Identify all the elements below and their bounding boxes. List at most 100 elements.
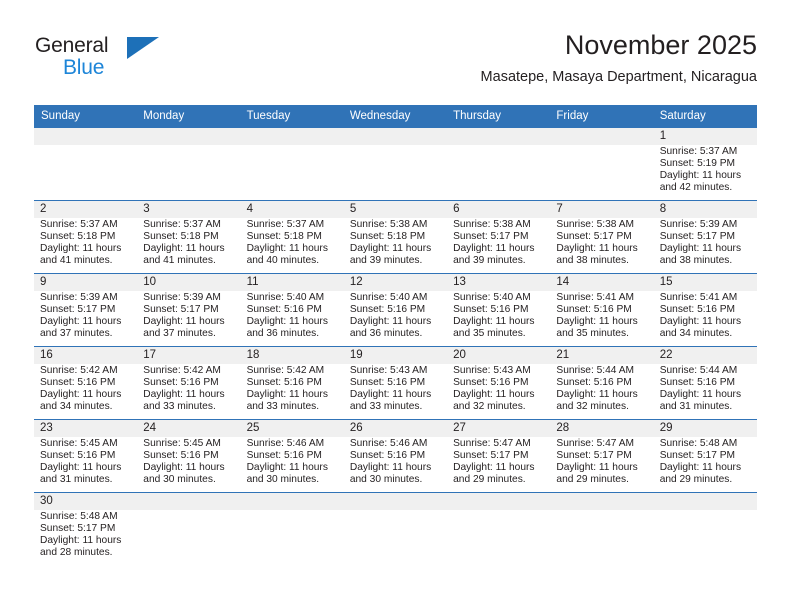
daylight-text-line2: and 42 minutes. (659, 182, 733, 194)
calendar-day-cell[interactable]: 27 Sunrise: 5:47 AM Sunset: 5:17 PM Dayligh… (447, 419, 551, 493)
calendar-day-cell[interactable]: 9 Sunrise: 5:39 AM Sunset: 5:17 PM Daylight… (34, 273, 138, 347)
sunrise-text: Sunrise: 5:38 AM (349, 219, 428, 230)
calendar-day-cell[interactable]: 12 Sunrise: 5:40 AM Sunset: 5:16 PM Dayligh… (343, 273, 448, 347)
daylight-text-line1: Daylight: 11 hours (143, 316, 225, 328)
brand-triangle-icon (127, 37, 159, 59)
page-title: November 2025 (564, 30, 757, 60)
calendar-day-cell[interactable]: 21 Sunrise: 5:44 AM Sunset: 5:16 PM Dayligh… (550, 346, 654, 420)
calendar-day-cell[interactable]: 2 Sunrise: 5:37 AM Sunset: 5:18 PM Daylight… (34, 200, 138, 274)
daycell (550, 493, 654, 565)
calendar-day-cell[interactable]: 10 Sunrise: 5:39 AM Sunset: 5:17 PM Dayligh… (137, 273, 241, 347)
daycell: 1 Sunrise: 5:37 AM Sunset: 5:19 PM Daylight… (653, 128, 757, 200)
daylight-text-line1: Daylight: 11 hours (143, 389, 225, 401)
page-subtitle: Masatepe, Masaya Department, Nicaragua (480, 69, 757, 85)
day-number: 23 (34, 420, 138, 437)
day-number: 3 (137, 201, 241, 218)
daylight-text-line2: and 38 minutes. (556, 255, 629, 267)
day-number: 19 (343, 347, 448, 364)
day-details: Sunrise: 5:48 AM Sunset: 5:17 PM Daylight:… (654, 437, 757, 486)
calendar-day-cell[interactable]: 3 Sunrise: 5:37 AM Sunset: 5:18 PM Daylight… (137, 200, 241, 274)
calendar-day-cell (34, 127, 138, 201)
calendar-day-cell[interactable]: 18 Sunrise: 5:42 AM Sunset: 5:16 PM Dayligh… (240, 346, 344, 420)
daylight-text-line1: Daylight: 11 hours (659, 316, 742, 328)
calendar-day-cell[interactable]: 7 Sunrise: 5:38 AM Sunset: 5:17 PM Daylight… (550, 200, 654, 274)
sunrise-text: Sunrise: 5:40 AM (453, 292, 531, 303)
day-number (240, 128, 344, 145)
calendar-day-cell[interactable]: 26 Sunrise: 5:46 AM Sunset: 5:16 PM Dayligh… (343, 419, 448, 493)
calendar-day-cell[interactable]: 23 Sunrise: 5:45 AM Sunset: 5:16 PM Dayligh… (34, 419, 138, 493)
sunrise-text: Sunrise: 5:41 AM (556, 292, 634, 303)
daylight-text-line1: Daylight: 11 hours (246, 316, 328, 328)
calendar-day-cell[interactable]: 29 Sunrise: 5:48 AM Sunset: 5:17 PM Dayligh… (653, 419, 757, 493)
calendar-day-cell[interactable]: 19 Sunrise: 5:43 AM Sunset: 5:16 PM Dayligh… (343, 346, 448, 420)
daylight-text-line2: and 33 minutes. (349, 401, 423, 413)
daycell: 8 Sunrise: 5:39 AM Sunset: 5:17 PM Daylight… (653, 201, 757, 273)
calendar-day-cell[interactable]: 22 Sunrise: 5:44 AM Sunset: 5:16 PM Dayligh… (653, 346, 757, 420)
calendar-day-cell[interactable]: 15 Sunrise: 5:41 AM Sunset: 5:16 PM Dayligh… (653, 273, 757, 347)
daylight-text-line1: Daylight: 11 hours (143, 462, 225, 474)
calendar-day-cell (137, 492, 241, 565)
daylight-text-line1: Daylight: 11 hours (143, 243, 225, 255)
calendar-day-cell[interactable]: 1 Sunrise: 5:37 AM Sunset: 5:19 PM Daylight… (653, 127, 757, 201)
weekday-header-tuesday: Tuesday (240, 105, 344, 128)
day-details: Sunrise: 5:42 AM Sunset: 5:16 PM Daylight:… (137, 364, 240, 413)
calendar-day-cell[interactable]: 6 Sunrise: 5:38 AM Sunset: 5:17 PM Daylight… (447, 200, 551, 274)
sunset-text: Sunset: 5:16 PM (143, 377, 219, 389)
day-number: 2 (34, 201, 138, 218)
calendar-day-cell[interactable]: 5 Sunrise: 5:38 AM Sunset: 5:18 PM Daylight… (343, 200, 448, 274)
daylight-text-line2: and 41 minutes. (143, 255, 216, 267)
day-number: 9 (34, 274, 138, 291)
day-details: Sunrise: 5:46 AM Sunset: 5:16 PM Daylight:… (241, 437, 344, 486)
calendar-day-cell[interactable]: 30 Sunrise: 5:48 AM Sunset: 5:17 PM Dayligh… (34, 492, 138, 565)
daylight-text-line2: and 29 minutes. (453, 474, 526, 486)
daylight-text-line2: and 39 minutes. (349, 255, 423, 267)
weekday-header-wednesday: Wednesday (343, 105, 448, 128)
calendar-day-cell[interactable]: 24 Sunrise: 5:45 AM Sunset: 5:16 PM Dayligh… (137, 419, 241, 493)
daycell: 13 Sunrise: 5:40 AM Sunset: 5:16 PM Dayligh… (447, 274, 551, 346)
day-number: 10 (137, 274, 241, 291)
daylight-text-line2: and 38 minutes. (659, 255, 733, 267)
calendar-day-cell[interactable]: 11 Sunrise: 5:40 AM Sunset: 5:16 PM Dayligh… (240, 273, 344, 347)
calendar-day-cell (447, 492, 551, 565)
day-details: Sunrise: 5:38 AM Sunset: 5:18 PM Daylight:… (344, 218, 447, 267)
daylight-text-line2: and 30 minutes. (349, 474, 423, 486)
general-blue-logo-icon[interactable]: General Blue (35, 34, 185, 86)
day-number (550, 493, 654, 510)
daycell: 30 Sunrise: 5:48 AM Sunset: 5:17 PM Dayligh… (34, 493, 138, 565)
calendar-day-cell (653, 492, 757, 565)
calendar-day-cell[interactable]: 16 Sunrise: 5:42 AM Sunset: 5:16 PM Dayligh… (34, 346, 138, 420)
sunset-text: Sunset: 5:18 PM (143, 231, 219, 243)
calendar-day-cell[interactable]: 8 Sunrise: 5:39 AM Sunset: 5:17 PM Daylight… (653, 200, 757, 274)
title-block: November 2025 Masatepe, Masaya Departmen… (481, 28, 757, 88)
calendar-day-cell[interactable]: 14 Sunrise: 5:41 AM Sunset: 5:16 PM Dayligh… (550, 273, 654, 347)
daycell: 18 Sunrise: 5:42 AM Sunset: 5:16 PM Dayligh… (240, 347, 344, 419)
calendar-day-cell[interactable]: 20 Sunrise: 5:43 AM Sunset: 5:16 PM Dayligh… (447, 346, 551, 420)
day-number: 5 (343, 201, 448, 218)
daycell: 17 Sunrise: 5:42 AM Sunset: 5:16 PM Dayligh… (137, 347, 241, 419)
weekday-header-friday: Friday (550, 105, 654, 128)
day-details: Sunrise: 5:43 AM Sunset: 5:16 PM Daylight:… (447, 364, 550, 413)
sunrise-text: Sunrise: 5:42 AM (143, 365, 221, 376)
day-details: Sunrise: 5:46 AM Sunset: 5:16 PM Daylight:… (344, 437, 447, 486)
daycell: 10 Sunrise: 5:39 AM Sunset: 5:17 PM Dayligh… (137, 274, 241, 346)
daylight-text-line2: and 34 minutes. (659, 328, 733, 340)
day-number (653, 493, 757, 510)
day-number: 26 (343, 420, 448, 437)
daycell: 28 Sunrise: 5:47 AM Sunset: 5:17 PM Dayligh… (550, 420, 654, 492)
day-number: 8 (653, 201, 757, 218)
day-details: Sunrise: 5:42 AM Sunset: 5:16 PM Daylight:… (241, 364, 344, 413)
daycell: 19 Sunrise: 5:43 AM Sunset: 5:16 PM Dayligh… (343, 347, 448, 419)
calendar-day-cell[interactable]: 28 Sunrise: 5:47 AM Sunset: 5:17 PM Dayligh… (550, 419, 654, 493)
sunset-text: Sunset: 5:17 PM (40, 304, 116, 316)
daylight-text-line2: and 35 minutes. (556, 328, 629, 340)
calendar-day-cell[interactable]: 17 Sunrise: 5:42 AM Sunset: 5:16 PM Dayligh… (137, 346, 241, 420)
calendar-day-cell[interactable]: 25 Sunrise: 5:46 AM Sunset: 5:16 PM Dayligh… (240, 419, 344, 493)
daycell (447, 128, 551, 200)
calendar-week-row: 9 Sunrise: 5:39 AM Sunset: 5:17 PM Daylight… (34, 273, 757, 347)
daycell: 2 Sunrise: 5:37 AM Sunset: 5:18 PM Daylight… (34, 201, 138, 273)
daycell: 29 Sunrise: 5:48 AM Sunset: 5:17 PM Dayligh… (653, 420, 757, 492)
calendar-day-cell[interactable]: 13 Sunrise: 5:40 AM Sunset: 5:16 PM Dayligh… (447, 273, 551, 347)
calendar-day-cell[interactable]: 4 Sunrise: 5:37 AM Sunset: 5:18 PM Daylight… (240, 200, 344, 274)
day-number (343, 493, 448, 510)
weekday-header-sunday: Sunday (34, 105, 138, 128)
